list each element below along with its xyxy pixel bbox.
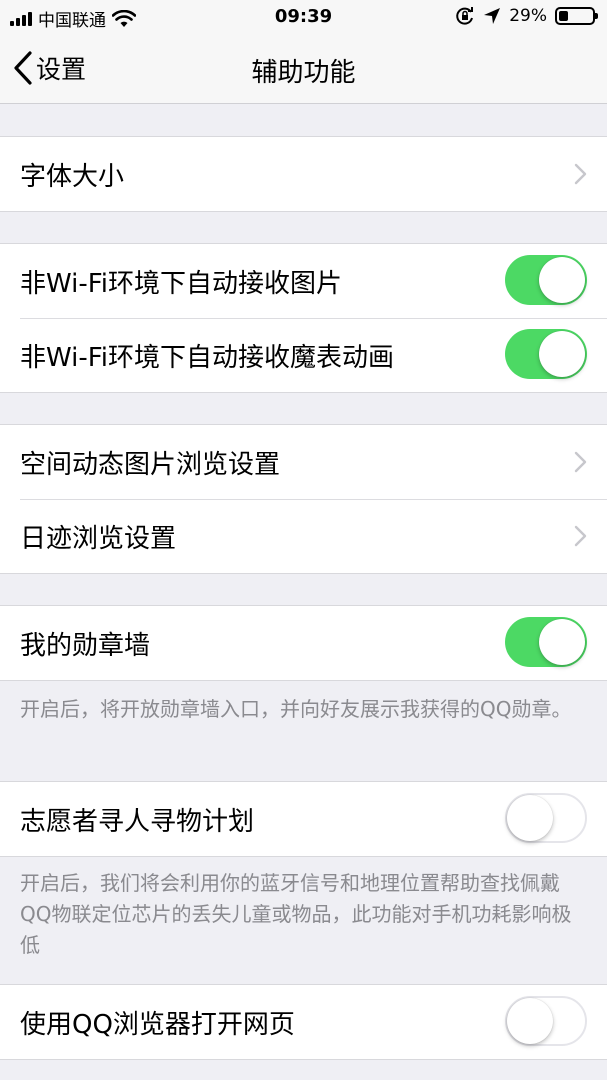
navigation-bar: 设置 辅助功能 [0, 36, 607, 104]
volunteer-search-label: 志愿者寻人寻物计划 [20, 806, 255, 837]
font-size-row[interactable]: 字体大小 [0, 137, 607, 211]
toggle-knob [539, 619, 585, 665]
page-title: 辅助功能 [251, 58, 356, 88]
location-arrow-icon [484, 8, 501, 24]
qq-browser-row: 使用QQ浏览器打开网页 [0, 985, 607, 1059]
auto-receive-animations-toggle[interactable] [505, 329, 587, 379]
volunteer-search-row: 志愿者寻人寻物计划 [0, 782, 607, 856]
auto-receive-images-toggle[interactable] [505, 255, 587, 305]
toggle-knob [539, 257, 585, 303]
orientation-lock-icon [456, 7, 474, 25]
font-size-label: 字体大小 [20, 161, 125, 192]
battery-icon [555, 7, 598, 25]
battery-percent: 29% [509, 6, 547, 26]
qq-browser-label: 使用QQ浏览器打开网页 [20, 1009, 295, 1040]
medal-wall-toggle[interactable] [505, 617, 587, 667]
toggle-knob [539, 331, 585, 377]
auto-receive-images-label: 非Wi-Fi环境下自动接收图片 [20, 268, 343, 299]
status-right: 29% [455, 6, 598, 26]
group-qq-browser: 使用QQ浏览器打开网页 [0, 984, 607, 1060]
chevron-right-icon [574, 163, 587, 185]
qzone-image-settings-label: 空间动态图片浏览设置 [20, 449, 281, 480]
auto-receive-animations-label: 非Wi-Fi环境下自动接收魔表动画 [20, 342, 395, 373]
group-browse-settings: 空间动态图片浏览设置 日迹浏览设置 [0, 424, 607, 574]
qq-browser-toggle[interactable] [505, 996, 587, 1046]
footprint-settings-row[interactable]: 日迹浏览设置 [0, 499, 607, 573]
auto-receive-animations-row: 非Wi-Fi环境下自动接收魔表动画 [0, 318, 607, 392]
volunteer-search-footnote: 开启后，我们将会利用你的蓝牙信号和地理位置帮助查找佩戴QQ物联定位芯片的丢失儿童… [20, 871, 572, 957]
toggle-knob [507, 795, 553, 841]
auto-receive-images-row: 非Wi-Fi环境下自动接收图片 [0, 244, 607, 318]
volunteer-search-toggle[interactable] [505, 793, 587, 843]
status-bar: 中国联通 09:39 29% [0, 0, 607, 36]
group-volunteer: 志愿者寻人寻物计划 [0, 781, 607, 857]
medal-wall-row: 我的勋章墙 [0, 606, 607, 680]
footprint-settings-label: 日迹浏览设置 [20, 523, 177, 554]
group-medal-wall: 我的勋章墙 [0, 605, 607, 681]
chevron-right-icon [574, 525, 587, 547]
toggle-knob [507, 998, 553, 1044]
qzone-image-settings-row[interactable]: 空间动态图片浏览设置 [0, 425, 607, 499]
medal-wall-footnote: 开启后，将开放勋章墙入口，并向好友展示我获得的QQ勋章。 [20, 697, 572, 721]
group-auto-receive: 非Wi-Fi环境下自动接收图片 非Wi-Fi环境下自动接收魔表动画 [0, 243, 607, 393]
medal-wall-label: 我的勋章墙 [20, 630, 151, 661]
battery-level-fill [559, 11, 568, 21]
group-font: 字体大小 [0, 136, 607, 212]
chevron-right-icon [574, 451, 587, 473]
